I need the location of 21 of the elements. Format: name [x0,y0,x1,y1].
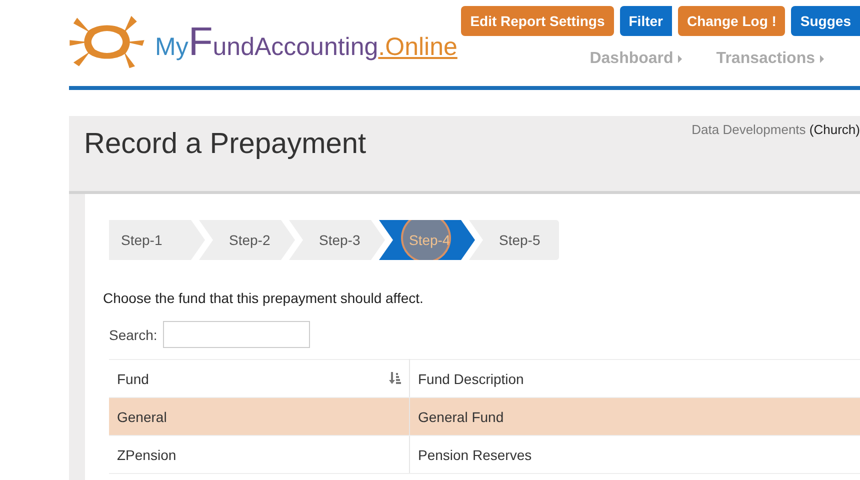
step-tab[interactable]: Step-1 [109,220,205,260]
search-label: Search: [109,326,158,342]
column-header[interactable]: Fund Description [410,360,860,398]
column-header[interactable]: Fund [109,360,410,398]
step-tab[interactable]: Step-5 [469,220,559,260]
table-cell: General Fund [418,408,504,424]
search-field[interactable] [163,321,310,348]
organization-name: Data Developments (Church) [692,122,860,139]
step-tab[interactable]: Step-3 [289,220,385,260]
table-cell: Pension Reserves [418,446,532,462]
header-button[interactable]: Filter [620,6,672,36]
table-cell: General [117,408,167,424]
header-button[interactable]: Sugges [791,6,860,36]
step-tab[interactable]: Step-2 [199,220,295,260]
table-row[interactable]: ZPension Pension Reserves [109,436,860,474]
instruction-text: Choose the fund that this prepayment should affect. [103,290,424,306]
page-title: Record a Prepayment [84,128,366,162]
logo-icon [69,14,145,70]
sort-icon[interactable] [389,372,401,384]
table-cell: ZPension [117,446,176,462]
logo-text: MyFundAccounting.Online [155,22,458,62]
